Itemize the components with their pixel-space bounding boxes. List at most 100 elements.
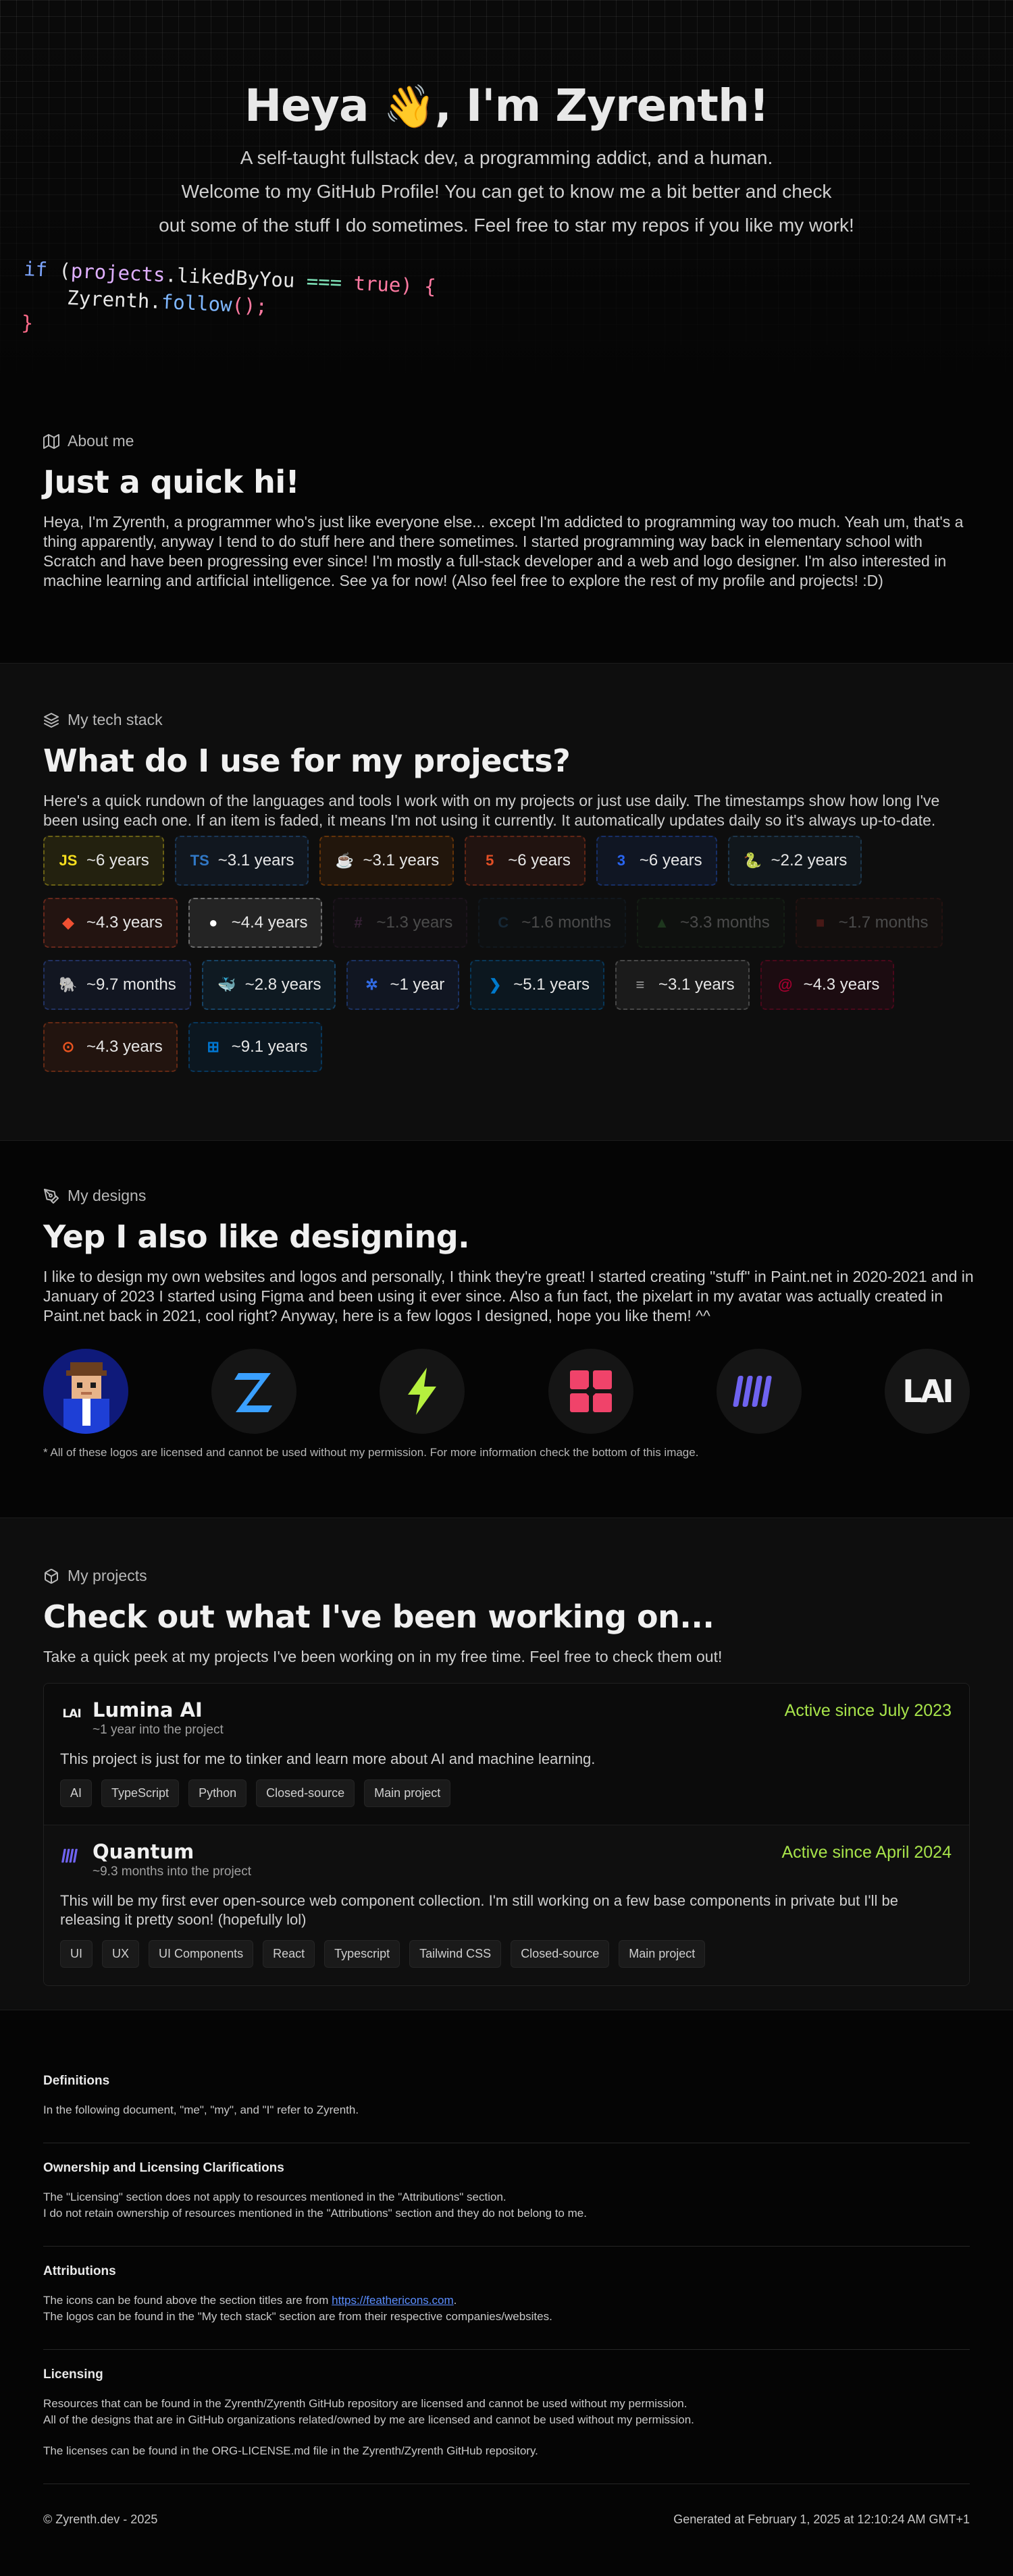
- project-tags: UI UX UI Components React Typescript Tai…: [60, 1940, 953, 1968]
- box-icon: [45, 1568, 58, 1584]
- projects-heading: Check out what I've been working on...: [43, 1599, 715, 1635]
- windows-icon: ⊞: [207, 1038, 219, 1055]
- project-tag: Main project: [619, 1940, 706, 1968]
- tech-chip-duration: ~1.6 months: [521, 913, 611, 932]
- github-icon: ●: [209, 914, 218, 931]
- section-label-stack: My tech stack: [43, 711, 970, 729]
- tech-chip-duration: ~1 year: [390, 975, 445, 994]
- tech-stack-section: My tech stack What do I use for my proje…: [0, 663, 1013, 1141]
- project-tag: Main project: [364, 1779, 451, 1807]
- red-blocks-logo: [548, 1349, 633, 1434]
- tech-chip-duration: ~4.3 years: [86, 913, 163, 932]
- project-tag: TypeScript: [101, 1779, 180, 1807]
- hero-tagline: A self-taught fullstack dev, a programmi…: [240, 147, 773, 168]
- tech-chip-javascript: JS ~6 years: [43, 836, 164, 886]
- licensing-block: Licensing Resources that can be found in…: [43, 2350, 970, 2484]
- hero-welcome-line: Welcome to my GitHub Profile! You can ge…: [181, 181, 832, 202]
- tech-chip-row: ◆ ~4.3 years ● ~4.4 years # ~1.3 years C ~1.6 m…: [43, 898, 989, 948]
- tech-chip-ubuntu: ⊙ ~4.3 years: [43, 1022, 178, 1072]
- tech-chip-redis: ■ ~1.7 months: [795, 898, 943, 948]
- z-logo: [211, 1349, 297, 1434]
- project-tag: UI Components: [149, 1940, 254, 1968]
- tech-chip-duration: ~3.1 years: [363, 851, 440, 869]
- tech-chip-postgresql: 🐘 ~9.7 months: [43, 960, 191, 1010]
- project-tags: AI TypeScript Python Closed-source Main …: [60, 1779, 953, 1807]
- tech-chip-duration: ~4.3 years: [86, 1038, 163, 1056]
- tech-chip-github: ● ~4.4 years: [188, 898, 323, 948]
- project-tag: Typescript: [324, 1940, 400, 1968]
- projects-text: Take a quick peek at my projects I've be…: [43, 1648, 723, 1665]
- footer-bottom-bar: © Zyrenth.dev - 2025 Generated at Februa…: [43, 2484, 970, 2527]
- attributions-block: Attributions The icons can be found abov…: [43, 2247, 970, 2350]
- copyright-text: © Zyrenth.dev - 2025: [43, 2513, 158, 2526]
- tech-chip-csharp: # ~1.3 years: [333, 898, 468, 948]
- tech-chip-java: ☕ ~3.1 years: [319, 836, 454, 886]
- tech-chip-duration: ~6 years: [508, 851, 571, 869]
- project-name: Lumina AI: [93, 1698, 203, 1721]
- tech-chip-grid: JS ~6 years TS ~3.1 years ☕ ~3.1 years 5 ~6 yea…: [43, 836, 989, 1072]
- tech-chip-html5: 5 ~6 years: [465, 836, 586, 886]
- javascript-icon: JS: [59, 852, 78, 869]
- tech-chip-duration: ~3.3 months: [679, 913, 770, 932]
- project-tag: Python: [188, 1779, 247, 1807]
- designs-text: I like to design my own websites and log…: [43, 1268, 974, 1324]
- project-description: This will be my first ever open-source w…: [60, 1892, 898, 1928]
- tech-chip-mongodb: ▲ ~3.3 months: [636, 898, 785, 948]
- tech-chip-c: C ~1.6 months: [478, 898, 626, 948]
- project-duration: ~9.3 months into the project: [93, 1864, 252, 1879]
- tech-chip-duration: ~6 years: [639, 851, 702, 869]
- footer: Definitions In the following document, "…: [43, 2032, 970, 2527]
- licensing-title: Licensing: [43, 2367, 103, 2382]
- tech-chip-duration: ~4.3 years: [803, 975, 880, 994]
- mongodb-icon: ▲: [654, 914, 669, 931]
- project-card-quantum[interactable]: Quantum ~9.3 months into the project Act…: [44, 1825, 969, 1985]
- about-heading: Just a quick hi!: [43, 464, 300, 500]
- tech-chip-git: ◆ ~4.3 years: [43, 898, 178, 948]
- project-status: Active since April 2024: [781, 1843, 952, 1862]
- definitions-title: Definitions: [43, 2074, 110, 2088]
- kubernetes-icon: ✲: [365, 976, 378, 993]
- redis-icon: ■: [816, 914, 825, 931]
- project-status: Active since July 2023: [784, 1701, 952, 1720]
- tech-chip-row: JS ~6 years TS ~3.1 years ☕ ~3.1 years 5 ~6 yea…: [43, 836, 989, 886]
- feathericons-link[interactable]: https://feathericons.com: [332, 2294, 453, 2307]
- quantum-logo: [716, 1349, 802, 1434]
- tech-chip-duration: ~3.1 years: [658, 975, 735, 994]
- project-tag: Tailwind CSS: [409, 1940, 502, 1968]
- project-card-lumina-ai[interactable]: LAI Lumina AI ~1 year into the project A…: [44, 1684, 969, 1825]
- tech-chip-python: 🐍 ~2.2 years: [727, 836, 862, 886]
- attributions-title: Attributions: [43, 2264, 116, 2278]
- stack-heading: What do I use for my projects?: [43, 743, 571, 779]
- tech-chip-kubernetes: ✲ ~1 year: [346, 960, 460, 1010]
- docker-icon: 🐳: [217, 976, 236, 993]
- debian-icon: @: [777, 976, 793, 993]
- tech-chip-debian: @ ~4.3 years: [760, 960, 895, 1010]
- designs-section: My designs Yep I also like designing. I …: [0, 1142, 1013, 1516]
- tech-chip-typescript: TS ~3.1 years: [174, 836, 309, 886]
- project-list: LAI Lumina AI ~1 year into the project A…: [43, 1683, 970, 1986]
- section-label-about: About me: [43, 432, 970, 450]
- java-icon: ☕: [335, 852, 355, 869]
- tech-chip-row: 🐘 ~9.7 months 🐳 ~2.8 years ✲ ~1 year ❯ ~5.1 yea…: [43, 960, 989, 1010]
- tech-chip-duration: ~5.1 years: [513, 975, 590, 994]
- tech-chip-duration: ~2.2 years: [771, 851, 848, 869]
- tech-chip-duration: ~4.4 years: [231, 913, 308, 932]
- tech-chip-duration: ~6 years: [86, 851, 149, 869]
- about-section: About me Just a quick hi! Heya, I'm Zyre…: [0, 432, 1013, 662]
- project-name: Quantum: [93, 1840, 194, 1863]
- tech-chip-css3: 3 ~6 years: [596, 836, 717, 886]
- git-icon: ◆: [62, 914, 74, 931]
- waving-hand-icon: 👋: [383, 82, 435, 131]
- python-icon: 🐍: [743, 852, 762, 869]
- tech-chip-duration: ~1.7 months: [838, 913, 929, 932]
- tech-chip-duration: ~9.1 years: [231, 1038, 308, 1056]
- project-tag: UX: [102, 1940, 140, 1968]
- logo-gallery: LAI: [43, 1349, 970, 1434]
- project-description: This project is just for me to tinker an…: [60, 1750, 596, 1767]
- c-icon: C: [498, 914, 509, 931]
- tech-chip-duration: ~3.1 years: [217, 851, 294, 869]
- hero-section: Heya 👋, I'm Zyrenth! A self-taught fulls…: [0, 0, 1013, 378]
- designs-license-note: * All of these logos are licensed and ca…: [43, 1446, 699, 1459]
- project-tag: UI: [60, 1940, 93, 1968]
- css3-icon: 3: [617, 852, 626, 869]
